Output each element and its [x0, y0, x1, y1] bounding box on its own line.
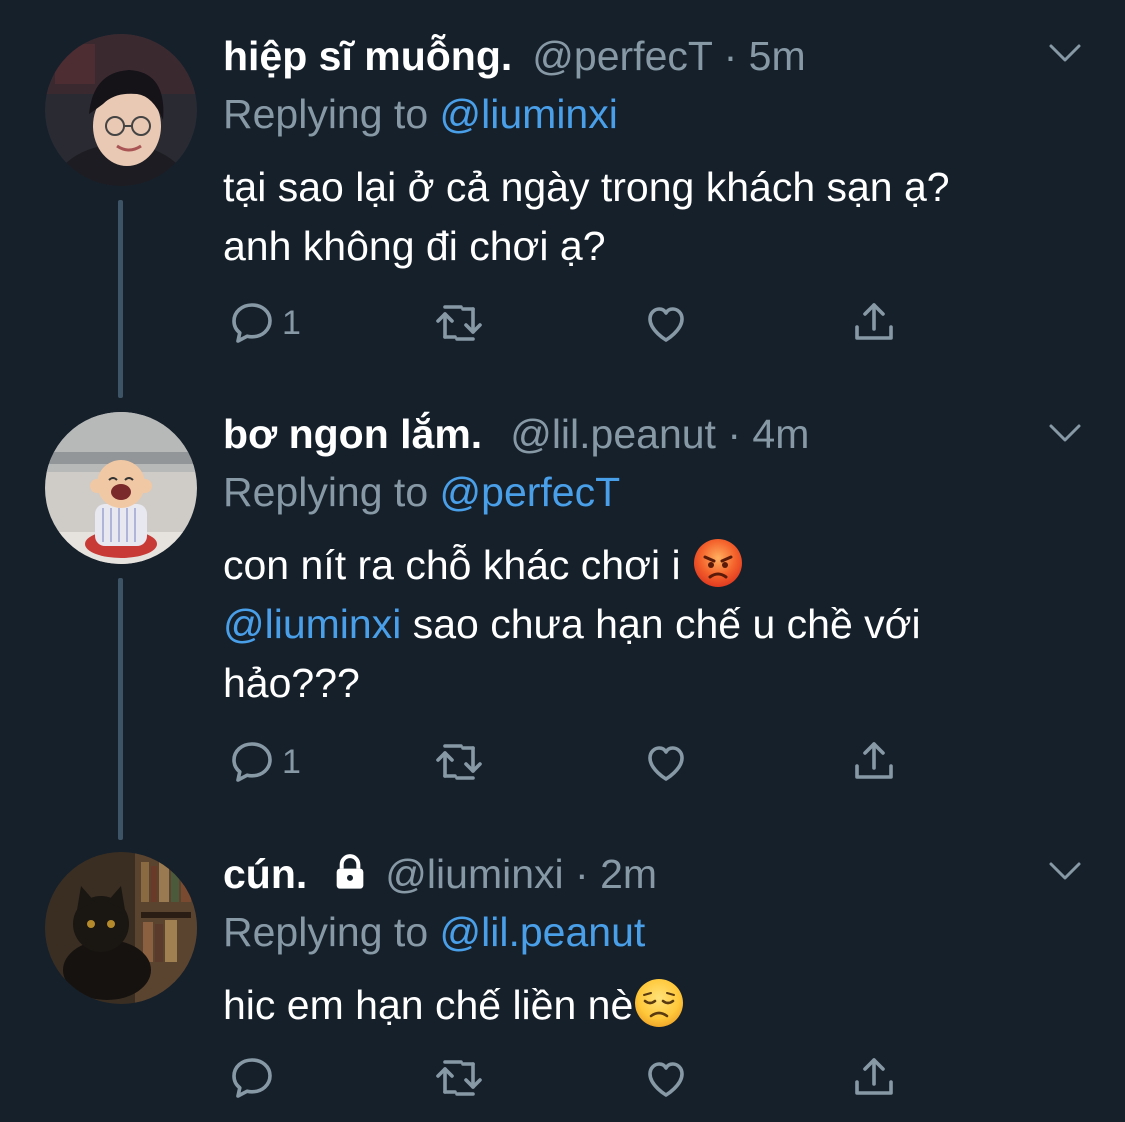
tweet-text-line: con nít ra chỗ khác chơi i	[223, 536, 921, 595]
replying-to: Replying to @liuminxi	[223, 86, 618, 142]
replying-label: Replying to	[223, 469, 429, 515]
tweet-text-line: hic em hạn chế liền nè	[223, 976, 685, 1035]
timestamp[interactable]: 4m	[752, 411, 809, 457]
share-button[interactable]	[849, 295, 899, 351]
tweet-text-line: hảo???	[223, 660, 360, 706]
tweet-text-line: anh không đi chơi ạ?	[223, 223, 606, 269]
reply-icon	[232, 1058, 272, 1098]
angry-face-emoji-icon	[694, 539, 743, 587]
avatar[interactable]	[45, 412, 197, 564]
display-name[interactable]: cún.	[223, 851, 307, 897]
like-button[interactable]	[641, 734, 691, 790]
like-icon	[648, 307, 684, 342]
share-icon	[855, 1058, 893, 1095]
action-bar: 1	[223, 734, 923, 790]
separator: ·	[727, 411, 742, 457]
tweet-text: tại sao lại ở cả ngày trong khách sạn ạ?…	[223, 158, 950, 276]
share-icon	[855, 303, 893, 340]
lock-icon	[336, 854, 364, 889]
retweet-button[interactable]	[433, 295, 485, 351]
action-bar	[223, 1050, 923, 1106]
reply-icon	[232, 742, 272, 782]
share-icon	[855, 742, 893, 779]
chevron-down-icon[interactable]	[1045, 38, 1085, 68]
user-handle[interactable]: @liuminxi	[385, 851, 563, 897]
replying-label: Replying to	[223, 91, 429, 137]
replying-label: Replying to	[223, 909, 429, 955]
chevron-down-icon[interactable]	[1045, 418, 1085, 448]
tweet[interactable]: hiệp sĩ muỗng. @perfecT · 5m Replying to …	[0, 0, 1125, 380]
tweet[interactable]: bơ ngon lắm. @lil.peanut · 4m Replying to…	[0, 380, 1125, 820]
user-handle[interactable]: @lil.peanut	[510, 411, 716, 457]
tweet-header: hiệp sĩ muỗng. @perfecT · 5m	[223, 28, 806, 84]
reply-icon	[232, 303, 272, 343]
display-name[interactable]: bơ ngon lắm.	[223, 411, 482, 457]
disappointed-face-emoji-icon	[635, 979, 684, 1027]
retweet-icon	[436, 1060, 482, 1096]
mention-link[interactable]: @liuminxi	[223, 601, 401, 647]
user-handle[interactable]: @perfecT	[532, 33, 712, 79]
tweet-text-line: tại sao lại ở cả ngày trong khách sạn ạ?	[223, 164, 950, 210]
separator: ·	[723, 33, 738, 79]
tweet-text-line: @liuminxi sao chưa hạn chế u chề với	[223, 595, 921, 654]
avatar[interactable]	[45, 852, 197, 1004]
replying-to: Replying to @perfecT	[223, 464, 620, 520]
retweet-icon	[436, 305, 482, 341]
reply-button[interactable]: 1	[228, 734, 301, 790]
display-name[interactable]: hiệp sĩ muỗng.	[223, 33, 512, 79]
like-icon	[648, 1062, 684, 1097]
reply-count: 1	[282, 742, 301, 781]
tweet-header: cún. @liuminxi · 2m	[223, 846, 657, 902]
like-icon	[648, 746, 684, 781]
tweet[interactable]: cún. @liuminxi · 2m Replying to @lil.pean…	[0, 820, 1125, 1122]
mention-link[interactable]: @lil.peanut	[440, 909, 646, 955]
timestamp[interactable]: 2m	[600, 851, 657, 897]
tweet-header: bơ ngon lắm. @lil.peanut · 4m	[223, 406, 809, 462]
mention-link[interactable]: @perfecT	[440, 469, 621, 515]
reply-button[interactable]	[228, 1050, 282, 1106]
mention-link[interactable]: @liuminxi	[440, 91, 618, 137]
avatar-black-cat-icon	[45, 852, 197, 1004]
retweet-button[interactable]	[433, 734, 485, 790]
tweet-text: hic em hạn chế liền nè	[223, 976, 685, 1035]
like-button[interactable]	[641, 1050, 691, 1106]
reply-count: 1	[282, 303, 301, 342]
timestamp[interactable]: 5m	[749, 33, 806, 79]
chevron-down-icon[interactable]	[1045, 856, 1085, 886]
avatar-person-glasses-icon	[45, 34, 197, 186]
like-button[interactable]	[641, 295, 691, 351]
replying-to: Replying to @lil.peanut	[223, 904, 645, 960]
avatar-laughing-child-icon	[45, 412, 197, 564]
action-bar: 1	[223, 295, 923, 351]
separator: ·	[575, 851, 589, 897]
share-button[interactable]	[849, 1050, 899, 1106]
avatar[interactable]	[45, 34, 197, 186]
retweet-button[interactable]	[433, 1050, 485, 1106]
share-button[interactable]	[849, 734, 899, 790]
tweet-text: con nít ra chỗ khác chơi i @liuminxi sao…	[223, 536, 921, 713]
retweet-icon	[436, 744, 482, 780]
tweet-text-segment: hic em hạn chế liền nè	[223, 982, 634, 1028]
tweet-text-segment: sao chưa hạn chế u chề với	[401, 601, 921, 647]
reply-button[interactable]: 1	[228, 295, 301, 351]
tweet-text-segment: con nít ra chỗ khác chơi i	[223, 542, 681, 588]
